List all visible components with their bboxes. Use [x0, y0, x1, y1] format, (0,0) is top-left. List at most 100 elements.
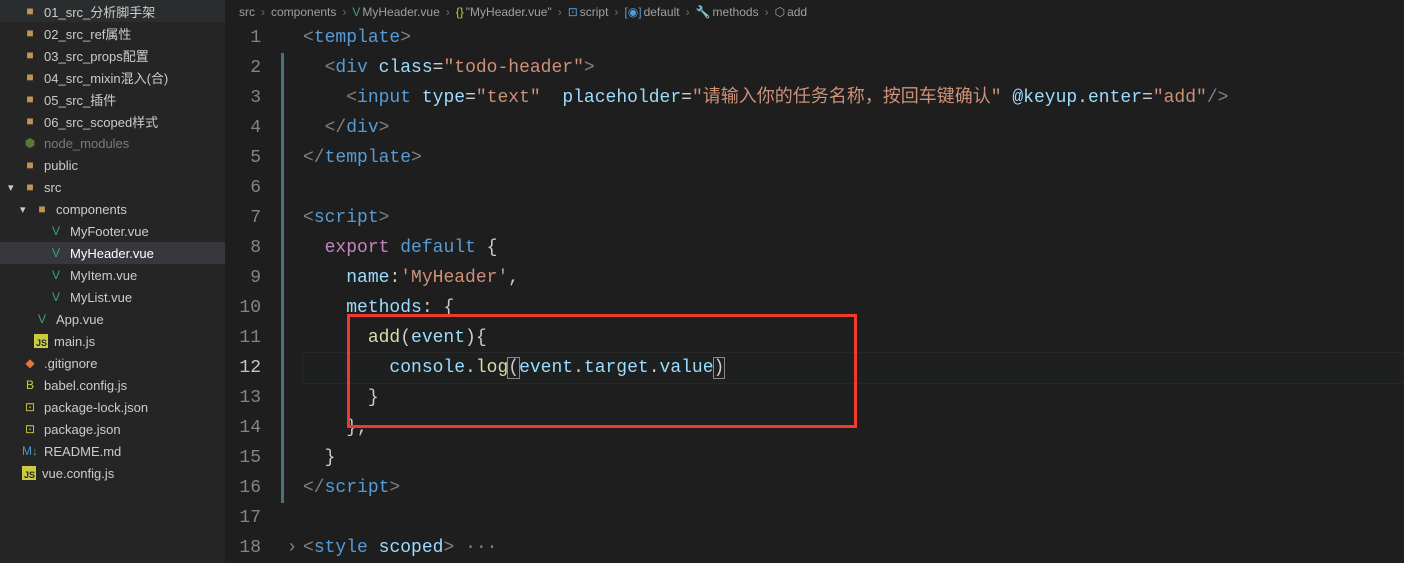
breadcrumb-icon: {}: [456, 5, 464, 19]
code-line[interactable]: <script>: [303, 203, 1404, 233]
code-line[interactable]: [303, 173, 1404, 203]
tree-item-label: babel.config.js: [44, 378, 127, 393]
tree-item-label: 06_src_scoped样式: [44, 112, 158, 131]
breadcrumb-separator: ›: [686, 5, 690, 19]
folder-icon: ■: [22, 158, 38, 172]
tree-item-01_src_-[interactable]: ■01_src_分析脚手架: [0, 0, 225, 22]
tree-item-myheader-vue[interactable]: V MyHeader.vue: [0, 242, 225, 264]
tree-item-public[interactable]: ■ public: [0, 154, 225, 176]
code-line[interactable]: <input type="text" placeholder="请输入你的任务名…: [303, 83, 1404, 113]
line-number: 8: [225, 233, 261, 263]
folder-icon: ■: [22, 114, 38, 128]
file-explorer[interactable]: ■01_src_分析脚手架■02_src_ref属性■03_src_props配…: [0, 0, 225, 563]
code-line[interactable]: </template>: [303, 143, 1404, 173]
tree-item-label: main.js: [54, 334, 95, 349]
tree-item-package-json[interactable]: ⊡ package.json: [0, 418, 225, 440]
code-line[interactable]: },: [303, 413, 1404, 443]
breadcrumb-label: MyHeader.vue: [362, 5, 439, 19]
line-number: 7: [225, 203, 261, 233]
code-line[interactable]: add(event){: [303, 323, 1404, 353]
tree-item-babel-config-js[interactable]: Bbabel.config.js: [0, 374, 225, 396]
code-line[interactable]: }: [303, 443, 1404, 473]
folder-icon: ■: [22, 4, 38, 18]
breadcrumb-label: add: [787, 5, 807, 19]
tree-item--gitignore[interactable]: ◆.gitignore: [0, 352, 225, 374]
breadcrumb-item[interactable]: 🔧 methods: [696, 5, 759, 19]
tree-item-package-lock-json[interactable]: ⊡package-lock.json: [0, 396, 225, 418]
js-icon: JS: [34, 334, 48, 348]
code-line[interactable]: name:'MyHeader',: [303, 263, 1404, 293]
code-line[interactable]: console.log(event.target.value): [303, 353, 1404, 383]
tree-item-node_modules[interactable]: ⬢node_modules: [0, 132, 225, 154]
breadcrumb[interactable]: src › components › V MyHeader.vue › {} "MyHead…: [225, 0, 1404, 23]
tree-item-src[interactable]: ▾■src: [0, 176, 225, 198]
breadcrumb-item[interactable]: components: [271, 5, 336, 19]
tree-item-vue-config-js[interactable]: JSvue.config.js: [0, 462, 225, 484]
line-number: 5: [225, 143, 261, 173]
tree-item-03_src_props-[interactable]: ■03_src_props配置: [0, 44, 225, 66]
tree-item-label: MyHeader.vue: [70, 246, 154, 261]
chevron-icon: ▾: [20, 203, 32, 216]
breadcrumb-separator: ›: [446, 5, 450, 19]
breadcrumb-label: "MyHeader.vue": [466, 5, 552, 19]
line-number: 2: [225, 53, 261, 83]
line-number: 13: [225, 383, 261, 413]
breadcrumb-item[interactable]: V MyHeader.vue: [352, 5, 439, 19]
tree-item-myfooter-vue[interactable]: V MyFooter.vue: [0, 220, 225, 242]
tree-item-mylist-vue[interactable]: VMyList.vue: [0, 286, 225, 308]
breadcrumb-icon: ⊡: [568, 5, 578, 19]
tree-item-label: 03_src_props配置: [44, 46, 149, 65]
tree-item-06_src_scoped-[interactable]: ■ 06_src_scoped样式: [0, 110, 225, 132]
tree-item-readme-md[interactable]: M↓README.md: [0, 440, 225, 462]
breadcrumb-item[interactable]: src: [239, 5, 255, 19]
code-line[interactable]: }: [303, 383, 1404, 413]
line-number: 11: [225, 323, 261, 353]
tree-item-app-vue[interactable]: VApp.vue: [0, 308, 225, 330]
json-icon: ⊡: [22, 400, 38, 414]
tree-item-label: public: [44, 158, 78, 173]
tree-item-label: package.json: [44, 422, 121, 437]
breadcrumb-separator: ›: [261, 5, 265, 19]
code-line[interactable]: methods: {: [303, 293, 1404, 323]
tree-item-label: components: [56, 202, 127, 217]
breadcrumb-item[interactable]: ⬡ add: [775, 5, 808, 19]
tree-item-label: MyItem.vue: [70, 268, 137, 283]
code-area[interactable]: <template> <div class="todo-header"> <in…: [285, 23, 1404, 563]
babel-icon: B: [22, 378, 38, 392]
tree-item-02_src_ref-[interactable]: ■02_src_ref属性: [0, 22, 225, 44]
line-number: 18: [225, 533, 261, 563]
line-number: 16: [225, 473, 261, 503]
vue-icon: V: [48, 224, 64, 238]
folder-icon: ■: [22, 180, 38, 194]
breadcrumb-item[interactable]: ⊡ script: [568, 5, 609, 19]
tree-item-04_src_mixin-[interactable]: ■04_src_mixin混入(合): [0, 66, 225, 88]
tree-item-label: .gitignore: [44, 356, 97, 371]
tree-item-components[interactable]: ▾■ components: [0, 198, 225, 220]
line-number: 9: [225, 263, 261, 293]
json-icon: ⊡: [22, 422, 38, 436]
folder-icon: ■: [22, 26, 38, 40]
code-line[interactable]: ›<style scoped> ···: [303, 533, 1404, 563]
folder-icon: ■: [34, 202, 50, 216]
code-line[interactable]: <div class="todo-header">: [303, 53, 1404, 83]
tree-item-label: MyFooter.vue: [70, 224, 149, 239]
breadcrumb-label: script: [580, 5, 609, 19]
code-line[interactable]: export default {: [303, 233, 1404, 263]
vue-icon: V: [48, 268, 64, 282]
tree-item-label: 05_src_插件: [44, 90, 116, 109]
vue-icon: V: [48, 246, 64, 260]
md-icon: M↓: [22, 444, 38, 458]
code-line[interactable]: </script>: [303, 473, 1404, 503]
tree-item-label: src: [44, 180, 61, 195]
tree-item-05_src_-[interactable]: ■05_src_插件: [0, 88, 225, 110]
breadcrumb-item[interactable]: [◉] default: [624, 5, 679, 19]
breadcrumb-icon: [◉]: [624, 5, 641, 19]
code-line[interactable]: </div>: [303, 113, 1404, 143]
breadcrumb-separator: ›: [558, 5, 562, 19]
tree-item-myitem-vue[interactable]: V MyItem.vue: [0, 264, 225, 286]
tree-item-main-js[interactable]: JS main.js: [0, 330, 225, 352]
code-line[interactable]: <template>: [303, 23, 1404, 53]
code-editor[interactable]: 123456789101112131415161718 <template> <…: [225, 23, 1404, 563]
breadcrumb-item[interactable]: {} "MyHeader.vue": [456, 5, 552, 19]
code-line[interactable]: [303, 503, 1404, 533]
